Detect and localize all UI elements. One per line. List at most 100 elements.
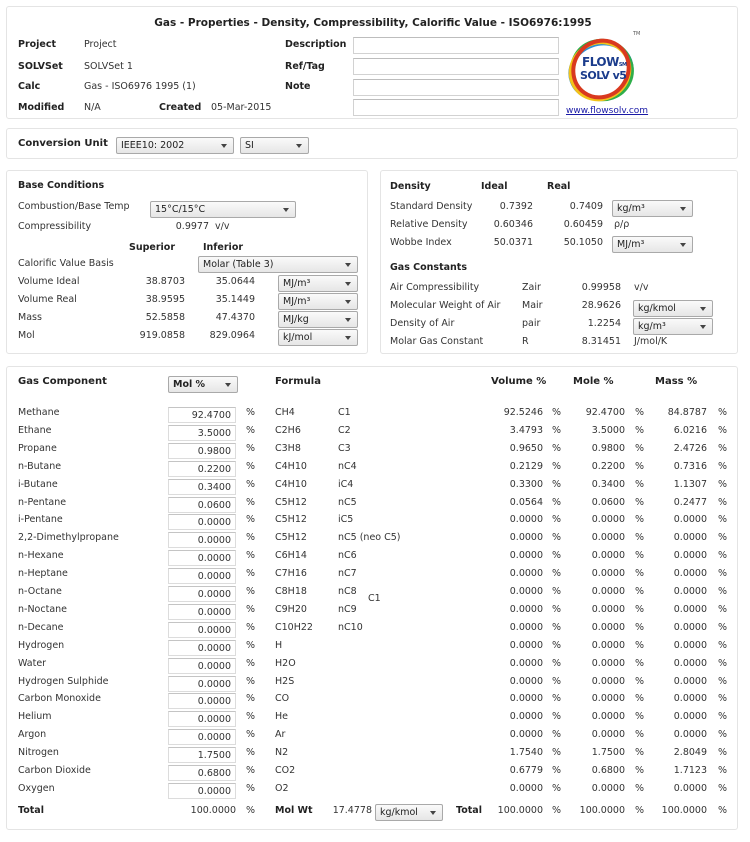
total-label: Total <box>18 805 44 816</box>
component-input[interactable]: 0.0000 <box>168 586 236 602</box>
description-input[interactable] <box>353 37 559 54</box>
flowsolv-logo: FLOWSM SOLV v5 TM <box>564 31 640 105</box>
component-volume-pct: % <box>552 693 562 704</box>
gas-constant-label: Density of Air <box>390 318 455 329</box>
component-name: n-Octane <box>18 586 62 597</box>
component-formula: N2 <box>275 747 289 758</box>
cv-unit-select[interactable]: MJ/m³ <box>278 293 358 310</box>
component-input[interactable]: 92.4700 <box>168 407 236 423</box>
composition-basis-select[interactable]: Mol % <box>168 376 238 393</box>
note-input[interactable] <box>353 79 559 96</box>
component-input[interactable]: 0.0000 <box>168 622 236 638</box>
cv-unit-select[interactable]: MJ/kg <box>278 311 358 328</box>
component-input-pct: % <box>246 407 256 418</box>
component-input[interactable]: 0.0000 <box>168 640 236 656</box>
component-volume-pct: % <box>552 407 562 418</box>
total-volume-pct: % <box>552 805 562 816</box>
gas-constant-unit: v/v <box>634 282 649 293</box>
component-name: Nitrogen <box>18 747 59 758</box>
density-unit-label: ρ/ρ <box>614 219 630 230</box>
component-short-name: C3 <box>338 443 351 454</box>
density-ideal-value: 0.7392 <box>499 201 533 212</box>
component-mass-pct: % <box>718 693 728 704</box>
component-name: Water <box>18 658 47 669</box>
project-value: Project <box>84 39 117 50</box>
chevron-down-icon <box>221 144 227 148</box>
website-link[interactable]: www.flowsolv.com <box>566 106 648 116</box>
base-temp-select[interactable]: 15°C/15°C <box>150 201 296 218</box>
cv-unit-select[interactable]: kJ/mol <box>278 329 358 346</box>
component-input-pct: % <box>246 425 256 436</box>
conversion-standard-select[interactable]: IEEE10: 2002 <box>116 137 234 154</box>
component-row: n-Hexane 0.0000% C6H14 nC6 0.0000% 0.0000% 0.0… <box>7 550 737 567</box>
component-mass-pct: % <box>718 425 728 436</box>
component-mole-pct: % <box>635 640 645 651</box>
cv-row-label: Mass <box>18 312 42 323</box>
unit-system-select[interactable]: SI <box>240 137 309 154</box>
component-input-pct: % <box>246 676 256 687</box>
component-input[interactable]: 0.2200 <box>168 461 236 477</box>
component-mole: 0.0000 <box>591 586 625 597</box>
density-unit-select[interactable]: MJ/m³ <box>612 236 693 253</box>
component-mass: 0.0000 <box>673 586 707 597</box>
component-input[interactable]: 0.0000 <box>168 532 236 548</box>
component-input[interactable]: 0.0000 <box>168 711 236 727</box>
header-panel: Gas - Properties - Density, Compressibil… <box>6 6 738 119</box>
component-volume: 0.0000 <box>509 532 543 543</box>
component-input[interactable]: 1.7500 <box>168 747 236 763</box>
component-input[interactable]: 0.0000 <box>168 676 236 692</box>
component-input[interactable]: 0.0000 <box>168 514 236 530</box>
component-formula: Ar <box>275 729 286 740</box>
component-short-name: nC5 <box>338 497 357 508</box>
component-mole-pct: % <box>635 693 645 704</box>
component-mole-pct: % <box>635 711 645 722</box>
component-input-pct: % <box>246 640 256 651</box>
extra-input[interactable] <box>353 99 559 116</box>
component-formula: C7H16 <box>275 568 307 579</box>
component-short-name: iC4 <box>338 479 354 490</box>
component-input[interactable]: 0.6800 <box>168 765 236 781</box>
component-mole: 0.2200 <box>591 461 625 472</box>
component-row: Nitrogen 1.7500% N2 1.7540% 1.7500% 2.8049% <box>7 747 737 764</box>
component-mass-pct: % <box>718 407 728 418</box>
molwt-unit-select[interactable]: kg/kmol <box>375 804 443 821</box>
component-mole: 0.3400 <box>591 479 625 490</box>
component-mole-pct: % <box>635 765 645 776</box>
component-mole: 0.0000 <box>591 622 625 633</box>
component-input[interactable]: 0.0000 <box>168 550 236 566</box>
component-mass-pct: % <box>718 676 728 687</box>
component-input[interactable]: 0.0000 <box>168 604 236 620</box>
density-unit-select[interactable]: kg/m³ <box>612 200 693 217</box>
reftag-input[interactable] <box>353 58 559 75</box>
component-formula: H2O <box>275 658 296 669</box>
component-mole: 0.0000 <box>591 729 625 740</box>
logo-line1: FLOWSM <box>582 55 627 69</box>
component-input[interactable]: 0.0600 <box>168 497 236 513</box>
chevron-down-icon <box>225 383 231 387</box>
component-short-name: nC7 <box>338 568 357 579</box>
component-mass-pct: % <box>718 532 728 543</box>
component-formula: C2H6 <box>275 425 301 436</box>
component-mass-pct: % <box>718 514 728 525</box>
component-input[interactable]: 0.0000 <box>168 693 236 709</box>
component-row: n-Butane 0.2200% C4H10 nC4 0.2129% 0.2200% 0.7… <box>7 461 737 478</box>
component-input[interactable]: 0.0000 <box>168 729 236 745</box>
component-formula: C3H8 <box>275 443 301 454</box>
component-input[interactable]: 0.9800 <box>168 443 236 459</box>
component-mole: 0.6800 <box>591 765 625 776</box>
component-input[interactable]: 0.0000 <box>168 783 236 799</box>
component-mole-pct: % <box>635 658 645 669</box>
gas-constant-unit-select[interactable]: kg/m³ <box>633 318 713 335</box>
component-input[interactable]: 3.5000 <box>168 425 236 441</box>
component-mole-pct: % <box>635 479 645 490</box>
component-input[interactable]: 0.3400 <box>168 479 236 495</box>
component-input[interactable]: 0.0000 <box>168 658 236 674</box>
component-mass: 0.0000 <box>673 514 707 525</box>
gas-constant-unit-select[interactable]: kg/kmol <box>633 300 713 317</box>
component-formula: C4H10 <box>275 461 307 472</box>
component-row: 2,2-Dimethylpropane 0.0000% C5H12 nC5 (neo … <box>7 532 737 549</box>
calorific-basis-select[interactable]: Molar (Table 3) <box>198 256 358 273</box>
component-volume-pct: % <box>552 532 562 543</box>
cv-unit-select[interactable]: MJ/m³ <box>278 275 358 292</box>
component-input[interactable]: 0.0000 <box>168 568 236 584</box>
